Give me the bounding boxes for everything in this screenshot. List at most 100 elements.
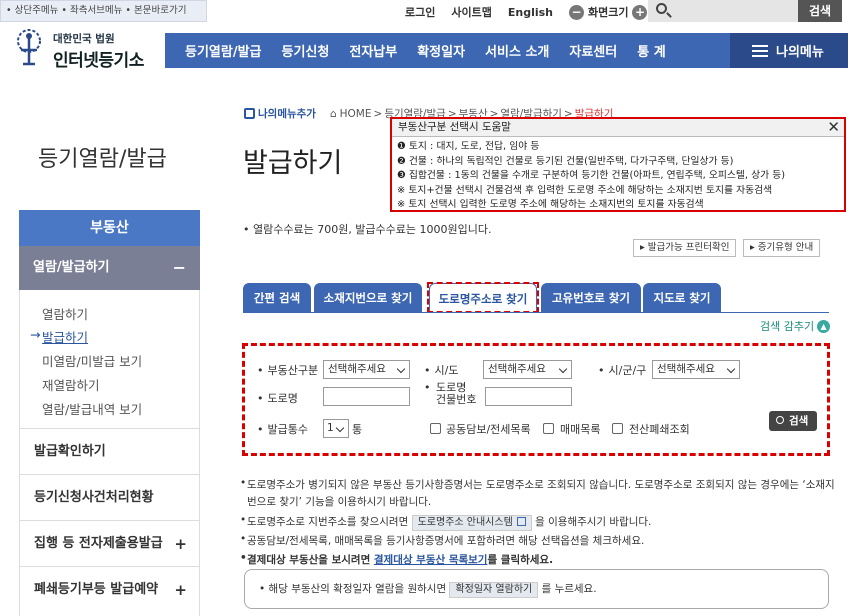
- label-text: 도로명: [267, 392, 298, 405]
- road-address-system-link[interactable]: 도로명주소 안내시스템: [411, 515, 532, 531]
- zoom-out-icon[interactable]: −: [569, 4, 584, 20]
- gnb-item-stats[interactable]: 통 계: [627, 41, 675, 60]
- sidebar-item-electronic-issue[interactable]: 집행 등 전자제출용발급 +: [19, 520, 200, 566]
- check-icon: [244, 108, 255, 119]
- my-menu-label: 나의메뉴: [776, 45, 824, 60]
- tab-underline: [243, 312, 829, 313]
- gnb-item-fixed-date[interactable]: 확정일자: [407, 41, 475, 60]
- gnb-item-apply[interactable]: 등기신청: [272, 41, 340, 60]
- fixed-date-box: • 해당 부동산의 확정일자 열람을 원하시면 확정일자 열람하기 를 누르세요…: [244, 569, 829, 609]
- help-popup-header: 부동산구분 선택시 도움말 ✕: [392, 119, 844, 137]
- gnb-item-service[interactable]: 서비스 소개: [475, 41, 559, 60]
- printer-check-button[interactable]: ▸ 발급가능 프린터확인: [633, 239, 737, 257]
- notice-text: 를 클릭하세요.: [487, 554, 554, 566]
- sitemap-link[interactable]: 사이트맵: [451, 4, 491, 20]
- label-building-number: • 도로명 건물번호: [424, 381, 477, 406]
- label-road-name: • 도로명: [257, 392, 298, 405]
- site-logo[interactable]: 대한민국 법원 인터넷등기소: [11, 26, 161, 71]
- fixed-date-view-button[interactable]: 확정일자 열람하기: [449, 582, 539, 598]
- trade-list-label: 매매목록: [560, 423, 601, 436]
- logo-subtitle: 대한민국 법원: [53, 33, 115, 45]
- my-menu-button[interactable]: 나의메뉴: [730, 33, 848, 68]
- notice-text: 도로명주소로 지번주소를 찾으시려면: [247, 516, 409, 528]
- external-link-icon: [516, 517, 526, 526]
- gnb-item-payment[interactable]: 전자납부: [339, 41, 407, 60]
- hamburger-icon: [752, 44, 768, 57]
- home-icon[interactable]: ⌂: [330, 108, 337, 120]
- building-number-input[interactable]: [485, 387, 572, 406]
- closed-record-checkbox[interactable]: [612, 423, 623, 434]
- road-name-input[interactable]: [323, 387, 410, 406]
- fold-search-button[interactable]: 검색 감추기 ▲: [760, 318, 831, 334]
- help-line: ❸ 집합건물 : 1동의 건물을 수개로 구분하여 등기한 건물(아파트, 연립…: [397, 170, 786, 181]
- district-select[interactable]: 선택해주세요: [652, 360, 740, 379]
- help-line: ❶ 토지 : 대지, 도로, 전답, 임야 등: [397, 141, 540, 152]
- page-title: 발급하기: [243, 148, 343, 179]
- sidebar-item-case-status[interactable]: 등기신청사건처리현황: [19, 474, 200, 520]
- type-guide-button[interactable]: ▸ 증기유형 안내: [743, 239, 821, 257]
- sidebar-item-verify[interactable]: 발급확인하기: [19, 428, 200, 474]
- label-text: 발급통수: [267, 423, 308, 436]
- sidebar-item-label: 등기신청사건처리현황: [34, 490, 154, 505]
- gnb-item-view-issue[interactable]: 등기열람/발급: [165, 41, 272, 60]
- zoom-in-icon[interactable]: +: [632, 4, 648, 20]
- search-input[interactable]: [648, 0, 798, 22]
- tab-lot-number[interactable]: 소재지번으로 찾기: [314, 283, 422, 313]
- search-icon: [656, 3, 667, 14]
- submenu-review[interactable]: 재열람하기: [42, 375, 100, 394]
- notice-text: 을 이용해주시기 바랍니다.: [535, 516, 652, 528]
- sidebar-item-closed-reservation[interactable]: 폐쇄등기부등 발급예약 +: [19, 566, 200, 616]
- label-text: 건물번호: [436, 393, 477, 406]
- chevron-up-icon: ▲: [817, 319, 831, 333]
- label-property-type: • 부동산구분: [257, 364, 319, 377]
- sidebar-submenu: 열람하기 → 발급하기 미열람/미발급 보기 재열람하기 열람/발급내역 보기: [19, 290, 200, 428]
- notice-item-cont: 번으로 찾기’ 기능을 이용하시기 바랍니다.: [247, 496, 432, 508]
- tab-highlight: [427, 282, 539, 313]
- add-my-menu-button[interactable]: 나의메뉴추가: [244, 106, 316, 121]
- joint-collateral-checkbox[interactable]: [430, 423, 441, 434]
- form-search-label: 검색: [789, 415, 809, 427]
- tab-map[interactable]: 지도로 찾기: [643, 283, 721, 313]
- sidebar-title: 등기열람/발급: [38, 147, 167, 172]
- english-link[interactable]: English: [508, 6, 553, 19]
- sidebar-item-view-issue[interactable]: 열람/발급하기 −: [19, 246, 200, 290]
- fold-search-label: 검색 감추기: [760, 320, 815, 333]
- notice-item: 결제대상 부동산을 보시려면 결제대상 부동산 목록보기를 클릭하세요.: [240, 552, 554, 567]
- joint-collateral-label: 공동담보/전세목록: [446, 423, 531, 436]
- label-text: 시/도: [434, 364, 459, 377]
- skip-links[interactable]: • 상단주메뉴 • 좌측서브메뉴 • 본문바로가기: [0, 0, 207, 22]
- property-type-select[interactable]: 선택해주세요: [323, 360, 410, 379]
- breadcrumb-separator: >: [373, 107, 383, 120]
- gnb-item-resources[interactable]: 자료센터: [559, 41, 627, 60]
- utility-menu: 로그인 사이트맵 English − 화면크기 +: [405, 3, 651, 21]
- form-search-button[interactable]: 검색: [769, 411, 817, 431]
- fee-notice: • 열람수수료는 700원, 발급수수료는 1000원입니다.: [243, 223, 492, 236]
- box-text: • 해당 부동산의 확정일자 열람을 원하시면: [259, 583, 447, 595]
- sidebar-item-label: 발급확인하기: [34, 444, 106, 459]
- expand-icon: +: [174, 581, 187, 599]
- tab-simple-search[interactable]: 간편 검색: [243, 283, 311, 313]
- tab-unique-number[interactable]: 고유번호로 찾기: [541, 283, 641, 313]
- payment-target-list-link[interactable]: 결제대상 부동산 목록보기: [374, 554, 488, 566]
- sidebar-head-real-estate[interactable]: 부동산: [19, 210, 200, 246]
- label-issue-count: • 발급통수: [257, 423, 308, 436]
- submenu-view[interactable]: 열람하기: [42, 304, 88, 323]
- sidebar-item-label: 집행 등 전자제출용발급: [34, 536, 163, 551]
- close-icon[interactable]: ✕: [827, 119, 840, 136]
- breadcrumb-home[interactable]: HOME: [340, 108, 372, 120]
- submenu-history[interactable]: 열람/발급내역 보기: [42, 399, 142, 418]
- main-navigation: 등기열람/발급 등기신청 전자납부 확정일자 서비스 소개 자료센터 통 계: [165, 33, 730, 68]
- submenu-unviewed[interactable]: 미열람/미발급 보기: [42, 351, 142, 370]
- screen-size-label: 화면크기: [588, 6, 629, 19]
- issue-count-select[interactable]: 1: [323, 419, 349, 438]
- city-select[interactable]: 선택해주세요: [483, 360, 572, 379]
- search-button[interactable]: 검색: [798, 0, 842, 22]
- sidebar-item-label: 열람/발급하기: [33, 260, 110, 275]
- notice-item: 도로명주소로 지번주소를 찾으시려면 도로명주소 안내시스템 을 이용해주시기 …: [240, 514, 652, 531]
- submenu-issue[interactable]: 발급하기: [42, 327, 88, 346]
- trade-list-checkbox[interactable]: [543, 423, 554, 434]
- label-text: 부동산구분: [267, 364, 319, 377]
- pill-label: 도로명주소 안내시스템: [417, 517, 513, 528]
- count-unit: 통: [352, 423, 363, 436]
- login-link[interactable]: 로그인: [405, 4, 435, 20]
